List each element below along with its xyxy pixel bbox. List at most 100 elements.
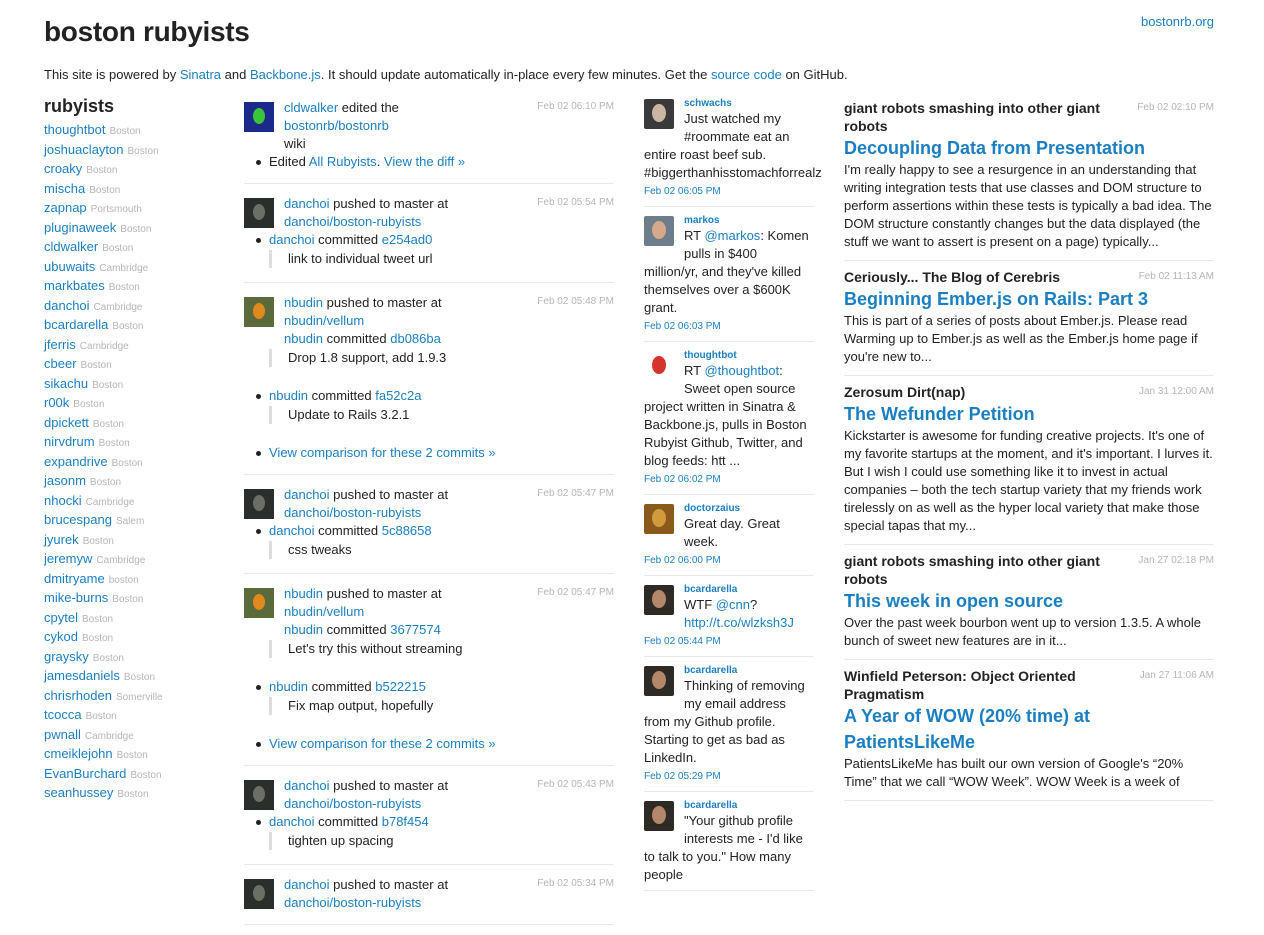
user-avatar[interactable] [244, 879, 274, 909]
user-avatar[interactable] [244, 198, 274, 228]
compare-commits-link[interactable]: View comparison for these 2 commits » [269, 736, 496, 751]
rubyist-name-link[interactable]: croaky [44, 161, 82, 176]
rubyist-name-link[interactable]: expandrive [44, 454, 108, 469]
post-title-link[interactable]: A Year of WOW (20% time) at PatientsLike… [844, 703, 1214, 755]
source-code-link[interactable]: source code [711, 67, 782, 82]
rubyist-name-link[interactable]: dpickett [44, 415, 89, 430]
commit-user-link[interactable]: danchoi [269, 232, 315, 247]
tweet-link[interactable]: @thoughtbot [704, 363, 779, 378]
rubyist-name-link[interactable]: tcocca [44, 707, 82, 722]
rubyist-name-link[interactable]: mischa [44, 181, 85, 196]
commit-user-link[interactable]: danchoi [269, 523, 315, 538]
commit-sha-link[interactable]: 5c88658 [382, 523, 432, 538]
rubyist-name-link[interactable]: jferris [44, 337, 76, 352]
rubyist-name-link[interactable]: cykod [44, 629, 78, 644]
post-title-link[interactable]: Beginning Ember.js on Rails: Part 3 [844, 286, 1214, 312]
rubyist-name-link[interactable]: graysky [44, 649, 89, 664]
tweet-avatar[interactable] [644, 99, 674, 129]
rubyist-name-link[interactable]: nirvdrum [44, 434, 95, 449]
tweet-timestamp-link[interactable]: Feb 02 06:02 PM [644, 474, 721, 485]
rubyist-name-link[interactable]: cmeiklejohn [44, 746, 113, 761]
event-repo-link[interactable]: bostonrb/bostonrb [284, 118, 389, 133]
tweet-avatar[interactable] [644, 351, 674, 381]
site-home-link[interactable]: bostonrb.org [1141, 14, 1214, 29]
rubyist-name-link[interactable]: EvanBurchard [44, 766, 126, 781]
commit-sha-link[interactable]: e254ad0 [382, 232, 433, 247]
rubyist-name-link[interactable]: cldwalker [44, 239, 98, 254]
event-repo-link[interactable]: nbudin/vellum [284, 313, 364, 328]
rubyist-name-link[interactable]: mike-burns [44, 590, 108, 605]
rubyist-name-link[interactable]: seanhussey [44, 785, 113, 800]
rubyist-name-link[interactable]: ubuwaits [44, 259, 95, 274]
commit-user-link[interactable]: nbudin [269, 388, 308, 403]
tweet-timestamp-link[interactable]: Feb 02 05:44 PM [644, 636, 721, 647]
event-user-link[interactable]: danchoi [284, 196, 330, 211]
event-repo-link[interactable]: nbudin/vellum [284, 604, 364, 619]
user-avatar[interactable] [244, 102, 274, 132]
rubyist-name-link[interactable]: danchoi [44, 298, 90, 313]
rubyist-name-link[interactable]: jeremyw [44, 551, 92, 566]
rubyist-name-link[interactable]: bcardarella [44, 317, 108, 332]
post-title-link[interactable]: This week in open source [844, 588, 1214, 614]
rubyist-name-link[interactable]: jasonm [44, 473, 86, 488]
event-user-link[interactable]: cldwalker [284, 100, 338, 115]
event-user-link[interactable]: danchoi [284, 487, 330, 502]
commit-user-link[interactable]: nbudin [284, 622, 323, 637]
rubyist-name-link[interactable]: jyurek [44, 532, 79, 547]
wiki-page-link[interactable]: All Rubyists [309, 154, 377, 169]
view-diff-link[interactable]: View the diff » [384, 154, 465, 169]
rubyist-name-link[interactable]: dmitryame [44, 571, 105, 586]
rubyist-name-link[interactable]: zapnap [44, 200, 87, 215]
commit-sha-link[interactable]: b522215 [375, 679, 426, 694]
rubyist-name-link[interactable]: markbates [44, 278, 105, 293]
commit-user-link[interactable]: nbudin [284, 331, 323, 346]
event-repo-link[interactable]: danchoi/boston-rubyists [284, 895, 421, 910]
rubyist-name-link[interactable]: chrisrhoden [44, 688, 112, 703]
rubyist-name-link[interactable]: joshuaclayton [44, 142, 124, 157]
tweet-avatar[interactable] [644, 216, 674, 246]
rubyist-name-link[interactable]: cbeer [44, 356, 77, 371]
rubyist-name-link[interactable]: pwnall [44, 727, 81, 742]
post-title-link[interactable]: Decoupling Data from Presentation [844, 135, 1214, 161]
tweet-timestamp-link[interactable]: Feb 02 06:00 PM [644, 555, 721, 566]
event-repo-link[interactable]: danchoi/boston-rubyists [284, 796, 421, 811]
tweet-link[interactable]: @cnn [716, 597, 750, 612]
event-user-link[interactable]: danchoi [284, 778, 330, 793]
compare-commits-link[interactable]: View comparison for these 2 commits » [269, 445, 496, 460]
rubyist-name-link[interactable]: thoughtbot [44, 122, 105, 137]
commit-sha-link[interactable]: db086ba [390, 331, 441, 346]
event-user-link[interactable]: nbudin [284, 586, 323, 601]
backbone-link[interactable]: Backbone.js [250, 67, 321, 82]
rubyist-name-link[interactable]: brucespang [44, 512, 112, 527]
rubyist-name-link[interactable]: jamesdaniels [44, 668, 120, 683]
tweet-timestamp-link[interactable]: Feb 02 05:29 PM [644, 771, 721, 782]
user-avatar[interactable] [244, 588, 274, 618]
rubyist-name-link[interactable]: nhocki [44, 493, 82, 508]
commit-user-link[interactable]: nbudin [269, 679, 308, 694]
post-title-link[interactable]: The Wefunder Petition [844, 401, 1214, 427]
commit-sha-link[interactable]: 3677574 [390, 622, 441, 637]
tweet-timestamp-link[interactable]: Feb 02 06:05 PM [644, 186, 721, 197]
sinatra-link[interactable]: Sinatra [180, 67, 221, 82]
event-user-link[interactable]: nbudin [284, 295, 323, 310]
user-avatar[interactable] [244, 489, 274, 519]
event-repo-link[interactable]: danchoi/boston-rubyists [284, 214, 421, 229]
tweet-timestamp-link[interactable]: Feb 02 06:03 PM [644, 321, 721, 332]
tweet-avatar[interactable] [644, 504, 674, 534]
event-user-link[interactable]: danchoi [284, 877, 330, 892]
user-avatar[interactable] [244, 297, 274, 327]
tweet-avatar[interactable] [644, 666, 674, 696]
tweet-avatar[interactable] [644, 801, 674, 831]
commit-user-link[interactable]: danchoi [269, 814, 315, 829]
commit-sha-link[interactable]: fa52c2a [375, 388, 421, 403]
user-avatar[interactable] [244, 780, 274, 810]
rubyist-name-link[interactable]: pluginaweek [44, 220, 116, 235]
rubyist-name-link[interactable]: cpytel [44, 610, 78, 625]
tweet-link[interactable]: @markos [704, 228, 760, 243]
tweet-link[interactable]: http://t.co/wlzksh3J [684, 615, 794, 630]
rubyist-name-link[interactable]: r00k [44, 395, 69, 410]
tweet-avatar[interactable] [644, 585, 674, 615]
commit-sha-link[interactable]: b78f454 [382, 814, 429, 829]
event-repo-link[interactable]: danchoi/boston-rubyists [284, 505, 421, 520]
rubyist-name-link[interactable]: sikachu [44, 376, 88, 391]
